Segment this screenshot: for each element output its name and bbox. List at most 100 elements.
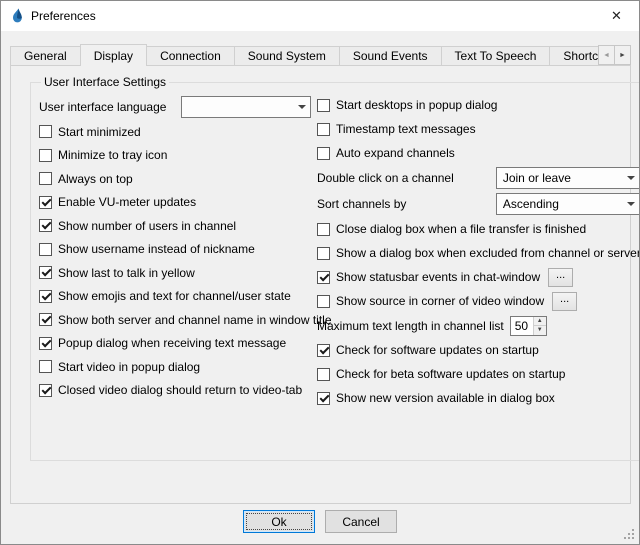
checkbox-label: Popup dialog when receiving text message xyxy=(58,336,286,350)
checkbox-row[interactable]: Timestamp text messages xyxy=(317,117,640,141)
tab[interactable]: Sound System xyxy=(234,46,340,66)
checkbox[interactable] xyxy=(39,384,52,397)
spin-down-icon[interactable]: ▼ xyxy=(534,325,546,335)
tab-scroll-buttons: ◄ ► xyxy=(598,45,631,65)
video-source-more-button[interactable]: ... xyxy=(552,292,577,311)
close-button[interactable]: ✕ xyxy=(594,2,639,31)
sort-channels-combobox[interactable]: Ascending xyxy=(496,193,640,215)
max-text-length-row: Maximum text length in channel list 50 ▲… xyxy=(317,313,640,338)
checkbox[interactable] xyxy=(39,266,52,279)
checkbox[interactable] xyxy=(317,344,330,357)
video-source-row[interactable]: Show source in corner of video window ..… xyxy=(317,289,640,313)
checkbox-label: Start video in popup dialog xyxy=(58,360,200,374)
checkbox[interactable] xyxy=(39,196,52,209)
tab-label: Text To Speech xyxy=(455,49,537,63)
left-checkbox-list: Start minimized Minimize to tray icon Al… xyxy=(39,120,311,402)
checkbox-row[interactable]: Auto expand channels xyxy=(317,141,640,165)
sort-channels-label: Sort channels by xyxy=(317,197,406,211)
tab-label: Sound Events xyxy=(353,49,428,63)
checkbox-row[interactable]: Always on top xyxy=(39,167,311,191)
checkbox[interactable] xyxy=(317,123,330,136)
tab-label: Display xyxy=(94,49,133,63)
checkbox[interactable] xyxy=(39,125,52,138)
checkbox[interactable] xyxy=(39,243,52,256)
checkbox[interactable] xyxy=(317,295,330,308)
checkbox-row[interactable]: Check for beta software updates on start… xyxy=(317,362,640,386)
checkbox[interactable] xyxy=(317,271,330,284)
checkbox[interactable] xyxy=(317,99,330,112)
checkbox-row[interactable]: Start desktops in popup dialog xyxy=(317,93,640,117)
checkbox[interactable] xyxy=(39,149,52,162)
checkbox-row[interactable]: Closed video dialog should return to vid… xyxy=(39,379,311,403)
checkbox-row[interactable]: Show emojis and text for channel/user st… xyxy=(39,285,311,309)
left-column: User interface language Start minimized xyxy=(39,93,311,410)
tab[interactable]: Connection xyxy=(146,46,235,66)
tab[interactable]: General xyxy=(10,46,81,66)
checkbox[interactable] xyxy=(39,337,52,350)
checkbox-row[interactable]: Minimize to tray icon xyxy=(39,144,311,168)
double-click-value: Join or leave xyxy=(497,171,623,185)
max-text-length-spinner[interactable]: 50 ▲ ▼ xyxy=(510,316,547,336)
checkbox-label: Check for software updates on startup xyxy=(336,343,539,357)
tab[interactable]: Display xyxy=(80,44,147,66)
app-icon xyxy=(9,8,25,24)
checkbox[interactable] xyxy=(39,172,52,185)
tab[interactable]: Sound Events xyxy=(339,46,442,66)
tab-scroll-left-button[interactable]: ◄ xyxy=(598,45,615,65)
checkbox-label: Start minimized xyxy=(58,125,141,139)
checkbox-row[interactable]: Show both server and channel name in win… xyxy=(39,308,311,332)
resize-grip[interactable] xyxy=(624,529,636,541)
checkbox-row[interactable]: Enable VU-meter updates xyxy=(39,191,311,215)
statusbar-events-more-button[interactable]: ... xyxy=(548,268,573,287)
checkbox[interactable] xyxy=(317,392,330,405)
checkbox[interactable] xyxy=(317,223,330,236)
cancel-button[interactable]: Cancel xyxy=(325,510,397,533)
tab-scroll-right-button[interactable]: ► xyxy=(614,45,631,65)
checkbox[interactable] xyxy=(39,313,52,326)
checkbox-label: Start desktops in popup dialog xyxy=(336,98,497,112)
titlebar[interactable]: Preferences ✕ xyxy=(1,1,639,31)
checkbox-row[interactable]: Show last to talk in yellow xyxy=(39,261,311,285)
checkbox-row[interactable]: Close dialog box when a file transfer is… xyxy=(317,217,640,241)
checkbox-row[interactable]: Show a dialog box when excluded from cha… xyxy=(317,241,640,265)
checkbox-row[interactable]: Start video in popup dialog xyxy=(39,355,311,379)
sort-channels-value: Ascending xyxy=(497,197,623,211)
checkbox[interactable] xyxy=(317,368,330,381)
checkbox-row[interactable]: Show new version available in dialog box xyxy=(317,386,640,410)
checkbox[interactable] xyxy=(317,147,330,160)
tab-label: General xyxy=(24,49,67,63)
checkbox-row[interactable]: Check for software updates on startup xyxy=(317,338,640,362)
checkbox-row[interactable]: Show username instead of nickname xyxy=(39,238,311,262)
checkbox-label: Auto expand channels xyxy=(336,146,455,160)
statusbar-events-row[interactable]: Show statusbar events in chat-window ... xyxy=(317,265,640,289)
user-interface-settings-group: User Interface Settings User interface l… xyxy=(30,75,640,461)
checkbox-row[interactable]: Start minimized xyxy=(39,120,311,144)
checkbox-label: Show last to talk in yellow xyxy=(58,266,195,280)
group-title: User Interface Settings xyxy=(41,75,169,89)
right-checkbox-list-mid: Close dialog box when a file transfer is… xyxy=(317,217,640,265)
language-combobox[interactable] xyxy=(181,96,311,118)
checkbox[interactable] xyxy=(39,290,52,303)
chevron-down-icon xyxy=(623,176,640,180)
max-text-length-value: 50 xyxy=(511,317,533,335)
tab-label: Sound System xyxy=(248,49,326,63)
checkbox[interactable] xyxy=(317,247,330,260)
right-column: Start desktops in popup dialog Timestamp… xyxy=(311,93,640,410)
double-click-label: Double click on a channel xyxy=(317,171,454,185)
right-checkbox-list-bottom: Check for software updates on startup Ch… xyxy=(317,338,640,410)
tab-bar: General Display Connection Sound System … xyxy=(10,44,617,66)
tab[interactable]: Text To Speech xyxy=(441,46,551,66)
double-click-combobox[interactable]: Join or leave xyxy=(496,167,640,189)
checkbox-row[interactable]: Popup dialog when receiving text message xyxy=(39,332,311,356)
dialog-buttons: Ok Cancel xyxy=(1,510,639,533)
max-text-length-label: Maximum text length in channel list xyxy=(317,319,504,333)
checkbox[interactable] xyxy=(39,219,52,232)
chevron-down-icon xyxy=(293,105,310,109)
checkbox-label: Closed video dialog should return to vid… xyxy=(58,383,302,397)
checkbox-label: Show both server and channel name in win… xyxy=(58,313,332,327)
checkbox[interactable] xyxy=(39,360,52,373)
preferences-dialog: Preferences ✕ General Display Connection xyxy=(0,0,640,545)
spin-up-icon[interactable]: ▲ xyxy=(534,317,546,326)
checkbox-row[interactable]: Show number of users in channel xyxy=(39,214,311,238)
ok-button[interactable]: Ok xyxy=(243,510,315,533)
